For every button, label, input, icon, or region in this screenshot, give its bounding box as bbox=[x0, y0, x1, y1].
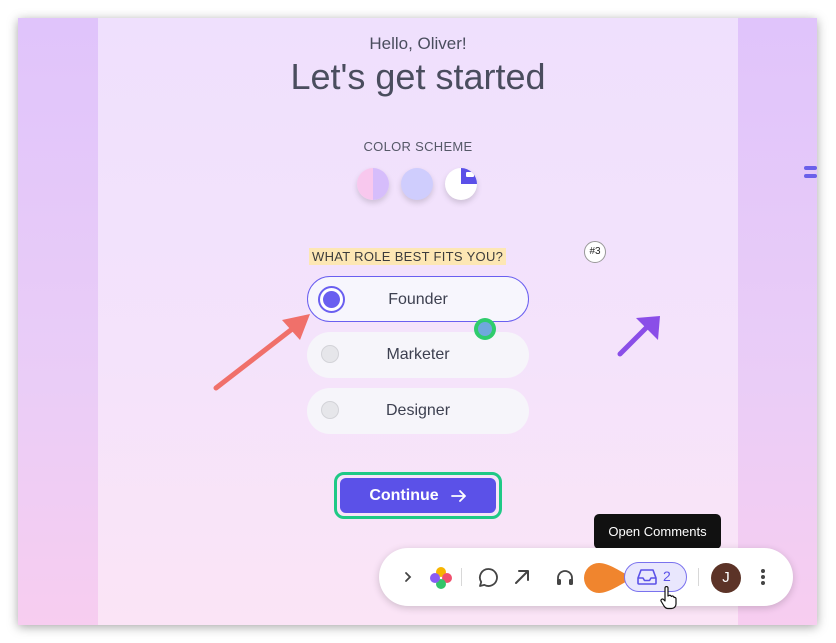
bug-marker-icon[interactable] bbox=[474, 318, 496, 340]
continue-highlight: Continue bbox=[334, 472, 502, 519]
comments-count: 2 bbox=[663, 568, 671, 584]
role-option-marketer[interactable]: Marketer bbox=[307, 332, 529, 378]
toolbar-divider bbox=[698, 568, 699, 586]
open-comments-tooltip: Open Comments bbox=[594, 514, 721, 555]
continue-label: Continue bbox=[369, 486, 439, 504]
role-option-label: Designer bbox=[385, 402, 451, 419]
chevron-right-icon[interactable] bbox=[403, 571, 413, 583]
color-scheme-label: COLOR SCHEME bbox=[363, 139, 473, 154]
step-badge: #3 bbox=[584, 241, 606, 263]
color-swatch-periwinkle[interactable] bbox=[401, 168, 433, 200]
toolbar-divider bbox=[461, 568, 462, 586]
greeting: Hello, Oliver! bbox=[369, 34, 467, 53]
role-question: WHAT ROLE BEST FITS YOU? bbox=[309, 248, 507, 265]
headphones-icon[interactable] bbox=[555, 568, 575, 586]
arrow-up-right-icon[interactable] bbox=[513, 568, 531, 586]
annotation-arrow-red-icon bbox=[213, 314, 310, 391]
page-title: Let's get started bbox=[290, 56, 546, 97]
browser-viewport: Hello, Oliver! Let's get started COLOR S… bbox=[18, 18, 817, 625]
comment-icon[interactable] bbox=[478, 567, 499, 588]
continue-button[interactable]: Continue bbox=[340, 478, 496, 513]
inbox-icon bbox=[637, 569, 657, 585]
annotation-arrow-purple-icon bbox=[617, 316, 660, 357]
more-vertical-icon[interactable] bbox=[760, 568, 766, 586]
role-option-label: Founder bbox=[388, 291, 448, 308]
role-option-designer[interactable]: Designer bbox=[307, 388, 529, 434]
color-swatch-white[interactable] bbox=[445, 168, 477, 200]
flower-logo-icon[interactable] bbox=[429, 566, 453, 590]
color-swatch-pink[interactable] bbox=[357, 168, 389, 200]
open-comments-button[interactable]: 2 bbox=[624, 562, 687, 592]
role-option-founder[interactable]: Founder bbox=[307, 276, 529, 322]
collaboration-toolbar: 2 J bbox=[379, 548, 793, 606]
user-avatar[interactable]: J bbox=[711, 563, 741, 593]
role-option-label: Marketer bbox=[386, 346, 450, 363]
arrow-right-icon bbox=[450, 489, 466, 502]
side-menu-icon[interactable] bbox=[804, 166, 817, 180]
hand-cursor-icon bbox=[660, 586, 677, 610]
